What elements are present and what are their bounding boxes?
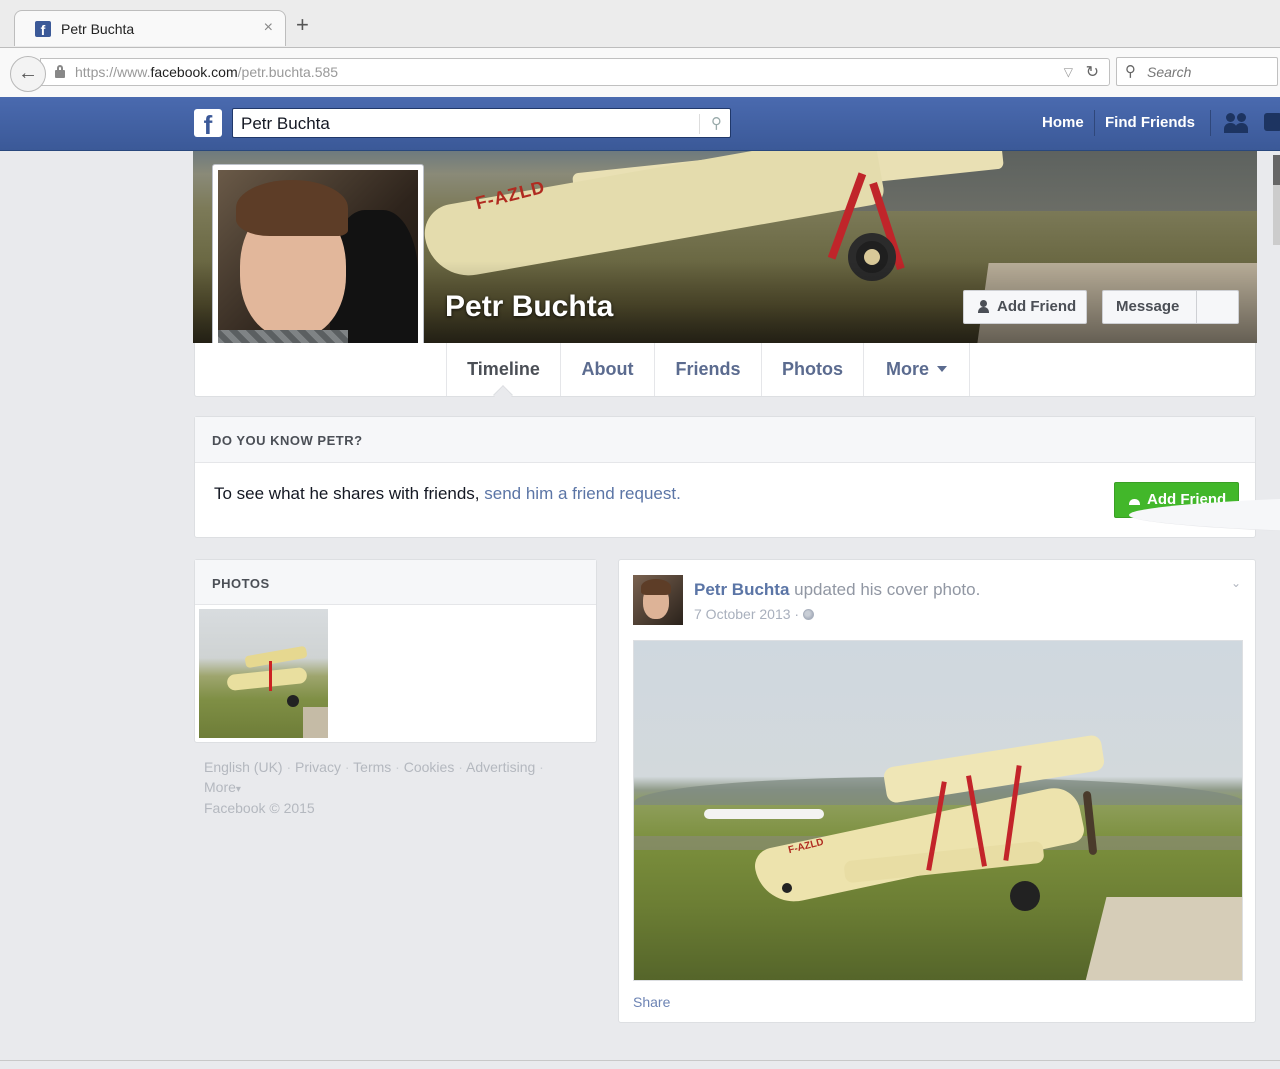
footer-link-more[interactable]: More▾	[204, 779, 241, 795]
tab-more[interactable]: More	[863, 343, 970, 396]
search-value: Petr Buchta	[241, 114, 330, 133]
back-button[interactable]: ←	[10, 56, 46, 92]
photo-plane-wheel	[1010, 881, 1040, 911]
footer-link-privacy[interactable]: Privacy	[295, 759, 341, 775]
photos-header: PHOTOS	[195, 560, 596, 605]
footer-link-cookies[interactable]: Cookies	[404, 759, 455, 775]
post-photo[interactable]: F-AZLD	[633, 640, 1243, 981]
address-bar[interactable]: https://www.facebook.com/petr.buchta.585…	[40, 58, 1110, 86]
thumb-plane-wing	[244, 645, 308, 669]
tab-about[interactable]: About	[560, 343, 654, 396]
photo-thumbnail[interactable]	[199, 609, 328, 738]
chevron-down-icon	[937, 365, 947, 372]
nav-home-link[interactable]: Home	[1042, 114, 1084, 131]
footer-copyright: Facebook © 2015	[204, 800, 315, 816]
friend-requests-icon[interactable]	[1224, 113, 1252, 135]
message-options-divider	[1196, 291, 1197, 323]
footer-sep: ·	[395, 759, 400, 775]
thumb-plane-wheel	[287, 695, 299, 707]
browser-tab[interactable]: f Petr Buchta ×	[14, 10, 286, 46]
url-text: https://www.facebook.com/petr.buchta.585	[75, 64, 339, 80]
message-button[interactable]: Message	[1102, 290, 1239, 324]
search-icon: ⚲	[1125, 63, 1136, 80]
photo-background-plane	[704, 809, 824, 819]
window-bottom-border	[0, 1060, 1280, 1061]
footer-sep: ·	[344, 759, 350, 775]
tab-close-icon[interactable]: ×	[264, 19, 273, 37]
nav-divider	[1210, 110, 1211, 136]
tab-more-label: More	[885, 359, 929, 379]
footer-link-terms[interactable]: Terms	[353, 759, 391, 775]
caret-down-icon: ▾	[235, 783, 241, 795]
footer-link-advertising[interactable]: Advertising	[466, 759, 535, 775]
do-you-know-heading: DO YOU KNOW PETR?	[212, 433, 363, 448]
facebook-favicon-icon: f	[35, 21, 51, 38]
photos-box: PHOTOS	[194, 559, 597, 743]
footer-sep: ·	[539, 759, 544, 775]
lock-icon	[55, 65, 65, 78]
facebook-search-input[interactable]: Petr Buchta ⚲	[232, 108, 731, 138]
thumb-plane-body	[226, 666, 308, 692]
profile-hair	[236, 180, 348, 236]
post-action: updated his cover photo.	[789, 580, 981, 599]
scrollbar-track[interactable]	[1273, 185, 1280, 245]
add-friend-icon	[978, 300, 991, 314]
thumb-concrete	[303, 707, 328, 738]
nav-divider	[1094, 110, 1095, 136]
do-you-know-text: To see what he shares with friends, send…	[214, 484, 681, 503]
page-footer: English (UK) · Privacy · Terms · Cookies…	[204, 758, 584, 819]
send-friend-request-link[interactable]: send him a friend request.	[484, 484, 681, 503]
footer-link-language[interactable]: English (UK)	[204, 759, 283, 775]
post-menu-chevron-icon[interactable]: ⌄	[1231, 576, 1241, 590]
reload-icon[interactable]: ↻	[1086, 62, 1099, 82]
footer-sep: ·	[286, 759, 292, 775]
tab-photos[interactable]: Photos	[761, 343, 863, 396]
photo-plane-tailwheel	[782, 883, 792, 893]
footer-more-label: More	[204, 778, 236, 795]
back-arrow-icon: ←	[18, 62, 38, 84]
post-header: Petr Buchta updated his cover photo.	[694, 580, 980, 600]
add-friend-green-button[interactable]: Add Friend	[1114, 482, 1280, 538]
footer-sep: ·	[458, 759, 463, 775]
facebook-header: f Petr Buchta ⚲ Home Find Friends	[0, 97, 1280, 151]
post-avatar[interactable]	[633, 575, 683, 625]
add-friend-label: Add Friend	[997, 298, 1077, 315]
share-link[interactable]: Share	[633, 994, 670, 1010]
do-you-know-box: DO YOU KNOW PETR? To see what he shares …	[194, 416, 1280, 538]
url-dropdown-icon[interactable]: ▽	[1064, 65, 1073, 79]
scrollbar-thumb[interactable]	[1273, 155, 1280, 185]
add-friend-button[interactable]: Add Friend	[963, 290, 1087, 324]
do-you-know-header: DO YOU KNOW PETR?	[195, 417, 1255, 463]
add-friend-icon	[1129, 492, 1280, 538]
timeline-nav: Timeline About Friends Photos More	[194, 343, 1256, 397]
message-label: Message	[1116, 298, 1180, 315]
photos-heading[interactable]: PHOTOS	[212, 576, 270, 591]
timeline-post: Petr Buchta updated his cover photo. 7 O…	[618, 559, 1256, 1023]
post-date-sep: ·	[794, 606, 800, 622]
profile-name[interactable]: Petr Buchta	[445, 290, 613, 324]
new-tab-button[interactable]: +	[296, 14, 309, 36]
photo-concrete	[1081, 897, 1242, 980]
facebook-logo-icon[interactable]: f	[194, 109, 222, 137]
search-divider	[699, 114, 700, 134]
tab-friends[interactable]: Friends	[654, 343, 761, 396]
thumb-plane-strut	[269, 661, 272, 691]
post-author-link[interactable]: Petr Buchta	[694, 580, 789, 599]
globe-icon[interactable]	[803, 609, 815, 620]
profile-picture	[218, 170, 418, 370]
nav-find-friends-link[interactable]: Find Friends	[1105, 114, 1195, 131]
browser-search-input[interactable]: ⚲ Search	[1116, 57, 1278, 86]
search-icon[interactable]: ⚲	[711, 114, 722, 132]
post-date: 7 October 2013 ·	[694, 606, 815, 622]
messages-icon[interactable]	[1264, 113, 1280, 131]
post-date-link[interactable]: 7 October 2013	[694, 606, 791, 622]
tab-title: Petr Buchta	[61, 21, 135, 37]
search-placeholder: Search	[1147, 64, 1192, 80]
